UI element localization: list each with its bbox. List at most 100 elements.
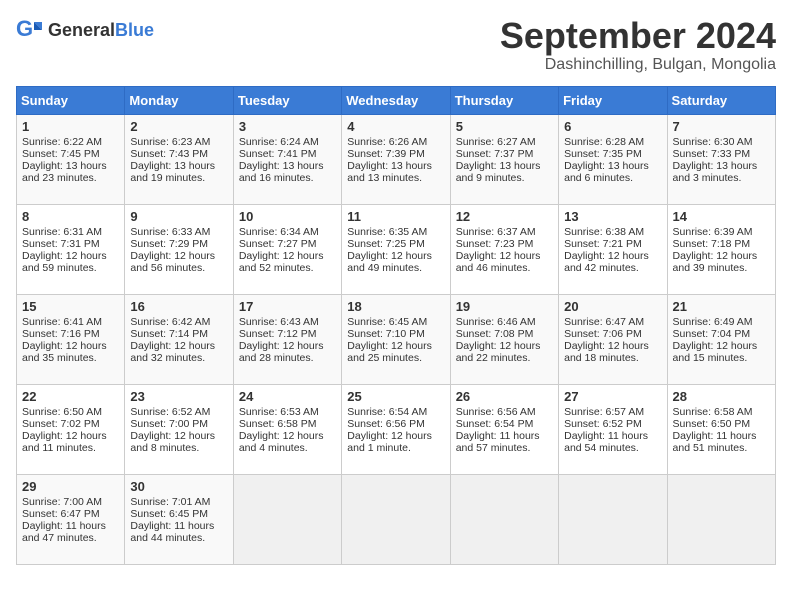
day-info: Daylight: 12 hours	[347, 430, 444, 442]
table-row: 22Sunrise: 6:50 AMSunset: 7:02 PMDayligh…	[17, 384, 125, 474]
table-row: 2Sunrise: 6:23 AMSunset: 7:43 PMDaylight…	[125, 114, 233, 204]
day-info: Sunset: 7:00 PM	[130, 418, 227, 430]
table-row	[233, 474, 341, 564]
day-info: Daylight: 12 hours	[564, 250, 661, 262]
day-number: 3	[239, 119, 336, 134]
day-number: 19	[456, 299, 553, 314]
calendar-week-row: 1Sunrise: 6:22 AMSunset: 7:45 PMDaylight…	[17, 114, 776, 204]
day-info: Sunrise: 6:50 AM	[22, 406, 119, 418]
table-row: 27Sunrise: 6:57 AMSunset: 6:52 PMDayligh…	[559, 384, 667, 474]
table-row: 20Sunrise: 6:47 AMSunset: 7:06 PMDayligh…	[559, 294, 667, 384]
day-info: Sunrise: 6:42 AM	[130, 316, 227, 328]
header-wednesday: Wednesday	[342, 86, 450, 114]
svg-text:G: G	[16, 16, 33, 41]
day-info: and 25 minutes.	[347, 352, 444, 364]
day-info: and 19 minutes.	[130, 172, 227, 184]
day-info: Daylight: 12 hours	[673, 340, 770, 352]
day-info: Sunset: 7:31 PM	[22, 238, 119, 250]
day-info: Sunrise: 6:22 AM	[22, 136, 119, 148]
day-info: Sunrise: 6:57 AM	[564, 406, 661, 418]
day-info: Sunrise: 6:56 AM	[456, 406, 553, 418]
day-info: and 1 minute.	[347, 442, 444, 454]
day-info: Sunrise: 7:00 AM	[22, 496, 119, 508]
day-info: and 13 minutes.	[347, 172, 444, 184]
day-info: Sunrise: 6:31 AM	[22, 226, 119, 238]
day-info: Daylight: 12 hours	[130, 340, 227, 352]
day-info: and 3 minutes.	[673, 172, 770, 184]
logo-icon: G	[16, 16, 44, 44]
day-number: 1	[22, 119, 119, 134]
day-info: Daylight: 12 hours	[673, 250, 770, 262]
day-info: Daylight: 12 hours	[22, 340, 119, 352]
table-row: 15Sunrise: 6:41 AMSunset: 7:16 PMDayligh…	[17, 294, 125, 384]
day-number: 14	[673, 209, 770, 224]
day-info: and 16 minutes.	[239, 172, 336, 184]
day-info: Sunrise: 6:41 AM	[22, 316, 119, 328]
calendar-week-row: 8Sunrise: 6:31 AMSunset: 7:31 PMDaylight…	[17, 204, 776, 294]
day-info: and 6 minutes.	[564, 172, 661, 184]
table-row: 8Sunrise: 6:31 AMSunset: 7:31 PMDaylight…	[17, 204, 125, 294]
day-info: Daylight: 13 hours	[456, 160, 553, 172]
table-row: 10Sunrise: 6:34 AMSunset: 7:27 PMDayligh…	[233, 204, 341, 294]
day-number: 11	[347, 209, 444, 224]
header-tuesday: Tuesday	[233, 86, 341, 114]
day-info: and 44 minutes.	[130, 532, 227, 544]
day-info: Sunrise: 6:54 AM	[347, 406, 444, 418]
table-row: 26Sunrise: 6:56 AMSunset: 6:54 PMDayligh…	[450, 384, 558, 474]
day-info: Sunset: 7:18 PM	[673, 238, 770, 250]
header-saturday: Saturday	[667, 86, 775, 114]
day-info: Daylight: 11 hours	[456, 430, 553, 442]
day-number: 22	[22, 389, 119, 404]
day-info: Daylight: 13 hours	[22, 160, 119, 172]
day-number: 7	[673, 119, 770, 134]
day-number: 25	[347, 389, 444, 404]
day-info: Sunset: 7:27 PM	[239, 238, 336, 250]
day-info: Sunrise: 6:30 AM	[673, 136, 770, 148]
day-number: 4	[347, 119, 444, 134]
header-friday: Friday	[559, 86, 667, 114]
day-info: Sunrise: 6:45 AM	[347, 316, 444, 328]
day-info: and 18 minutes.	[564, 352, 661, 364]
day-info: Daylight: 13 hours	[239, 160, 336, 172]
title-area: September 2024 Dashinchilling, Bulgan, M…	[500, 16, 776, 74]
day-info: and 28 minutes.	[239, 352, 336, 364]
day-info: Sunset: 6:50 PM	[673, 418, 770, 430]
day-info: Sunset: 7:41 PM	[239, 148, 336, 160]
table-row: 9Sunrise: 6:33 AMSunset: 7:29 PMDaylight…	[125, 204, 233, 294]
day-info: Sunset: 7:35 PM	[564, 148, 661, 160]
day-info: Sunset: 7:29 PM	[130, 238, 227, 250]
day-info: Sunrise: 7:01 AM	[130, 496, 227, 508]
header-monday: Monday	[125, 86, 233, 114]
day-info: Sunset: 7:14 PM	[130, 328, 227, 340]
day-info: Daylight: 13 hours	[347, 160, 444, 172]
header-thursday: Thursday	[450, 86, 558, 114]
day-number: 17	[239, 299, 336, 314]
day-info: Sunrise: 6:26 AM	[347, 136, 444, 148]
day-info: Daylight: 12 hours	[347, 250, 444, 262]
day-info: Daylight: 12 hours	[456, 340, 553, 352]
day-info: Sunrise: 6:58 AM	[673, 406, 770, 418]
day-number: 24	[239, 389, 336, 404]
table-row: 17Sunrise: 6:43 AMSunset: 7:12 PMDayligh…	[233, 294, 341, 384]
day-number: 27	[564, 389, 661, 404]
table-row: 28Sunrise: 6:58 AMSunset: 6:50 PMDayligh…	[667, 384, 775, 474]
table-row: 30Sunrise: 7:01 AMSunset: 6:45 PMDayligh…	[125, 474, 233, 564]
day-info: Sunset: 7:45 PM	[22, 148, 119, 160]
calendar-table: Sunday Monday Tuesday Wednesday Thursday…	[16, 86, 776, 565]
table-row: 5Sunrise: 6:27 AMSunset: 7:37 PMDaylight…	[450, 114, 558, 204]
day-info: Sunset: 6:56 PM	[347, 418, 444, 430]
day-info: Sunrise: 6:33 AM	[130, 226, 227, 238]
table-row: 23Sunrise: 6:52 AMSunset: 7:00 PMDayligh…	[125, 384, 233, 474]
day-info: and 52 minutes.	[239, 262, 336, 274]
day-info: Sunset: 7:23 PM	[456, 238, 553, 250]
day-info: and 22 minutes.	[456, 352, 553, 364]
logo-blue: Blue	[115, 20, 154, 40]
day-info: Sunrise: 6:38 AM	[564, 226, 661, 238]
table-row: 11Sunrise: 6:35 AMSunset: 7:25 PMDayligh…	[342, 204, 450, 294]
table-row	[450, 474, 558, 564]
calendar-week-row: 22Sunrise: 6:50 AMSunset: 7:02 PMDayligh…	[17, 384, 776, 474]
table-row: 21Sunrise: 6:49 AMSunset: 7:04 PMDayligh…	[667, 294, 775, 384]
day-info: and 9 minutes.	[456, 172, 553, 184]
calendar-week-row: 29Sunrise: 7:00 AMSunset: 6:47 PMDayligh…	[17, 474, 776, 564]
day-info: Daylight: 11 hours	[130, 520, 227, 532]
